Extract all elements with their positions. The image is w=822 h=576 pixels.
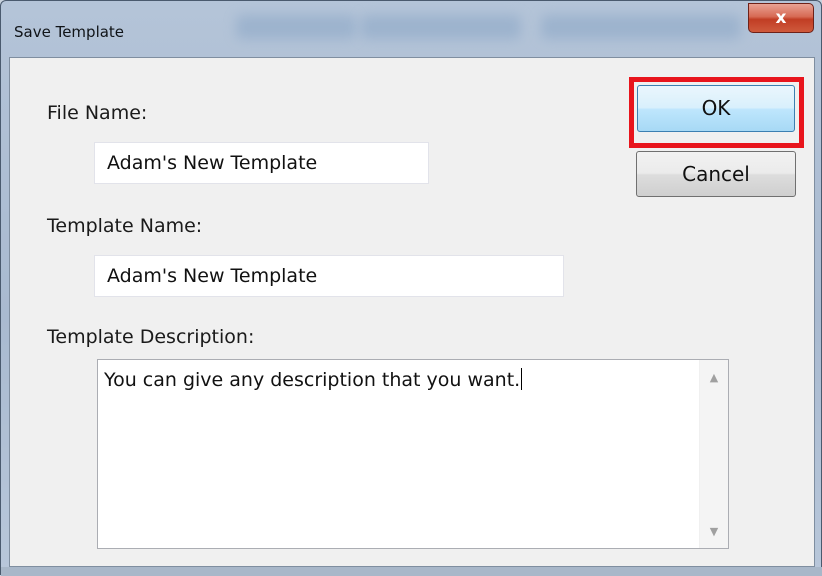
- template-description-text: You can give any description that you wa…: [104, 368, 523, 391]
- background-blur: [541, 15, 741, 39]
- close-icon: x: [775, 8, 787, 28]
- template-description-textarea[interactable]: You can give any description that you wa…: [97, 359, 729, 549]
- file-name-label: File Name:: [47, 102, 148, 124]
- file-name-input[interactable]: Adam's New Template: [94, 142, 429, 184]
- save-template-dialog: Save Template x File Name: Adam's New Te…: [0, 0, 822, 576]
- scroll-up-arrow-icon[interactable]: ▲: [700, 368, 728, 388]
- background-blur: [236, 15, 356, 39]
- dialog-body: File Name: Adam's New Template Template …: [9, 57, 815, 567]
- close-button[interactable]: x: [748, 3, 814, 33]
- vertical-scrollbar[interactable]: ▲ ▼: [699, 360, 728, 548]
- template-description-value: You can give any description that you wa…: [104, 369, 521, 391]
- template-name-input[interactable]: Adam's New Template: [94, 255, 564, 297]
- template-name-label: Template Name:: [47, 215, 203, 237]
- background-blur: [361, 15, 521, 39]
- title-bar[interactable]: Save Template: [1, 1, 821, 56]
- cancel-button[interactable]: Cancel: [636, 151, 796, 197]
- text-caret: [521, 368, 523, 390]
- scroll-down-arrow-icon[interactable]: ▼: [700, 522, 728, 542]
- ok-button-highlight: [629, 77, 804, 148]
- template-description-label: Template Description:: [47, 326, 255, 348]
- dialog-title: Save Template: [14, 23, 125, 41]
